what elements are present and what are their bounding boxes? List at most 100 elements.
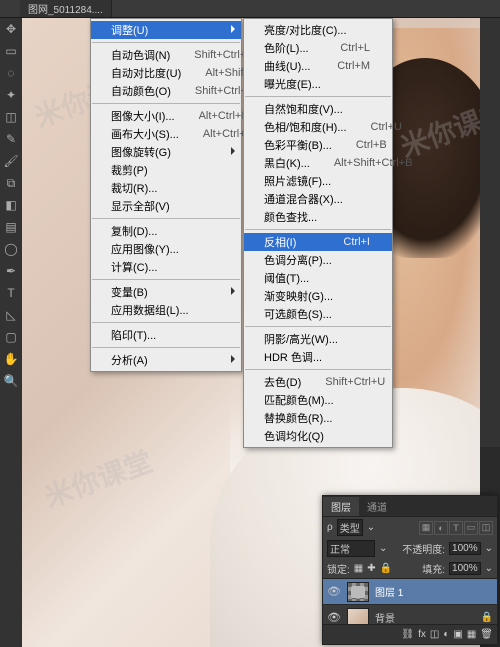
move-tool-icon[interactable]: ✥	[0, 18, 22, 40]
lasso-tool-icon[interactable]: ◌	[0, 62, 22, 84]
visibility-icon[interactable]: 👁	[327, 611, 341, 625]
crop-tool-icon[interactable]: ◫	[0, 106, 22, 128]
menu-item[interactable]: 阴影/高光(W)...	[244, 330, 392, 348]
blend-opacity-row: 正常 ⌄ 不透明度: 100% ⌄	[323, 538, 497, 559]
lock-fill-row: 锁定: ▦ ✚ 🔒 填充: 100% ⌄	[323, 559, 497, 579]
adjustments-submenu: 亮度/对比度(C)...色阶(L)...Ctrl+L曲线(U)...Ctrl+M…	[243, 18, 393, 448]
menu-item[interactable]: 自动颜色(O)Shift+Ctrl+B	[91, 82, 241, 100]
lock-pixel-icon[interactable]: 🔒	[380, 563, 392, 574]
tab-channels[interactable]: 通道	[359, 497, 395, 516]
fill-label: 填充:	[422, 561, 445, 576]
opacity-label: 不透明度:	[402, 541, 445, 556]
layer-footer: ⛓ fx ◫ ◐ ▣ ▦ 🗑	[323, 624, 497, 644]
shape-tool-icon[interactable]: ▢	[0, 326, 22, 348]
menu-item[interactable]: 亮度/对比度(C)...	[244, 21, 392, 39]
menu-item[interactable]: 画布大小(S)...Alt+Ctrl+C	[91, 125, 241, 143]
layer-thumbnail[interactable]	[347, 582, 369, 602]
marquee-tool-icon[interactable]: ▭	[0, 40, 22, 62]
delete-layer-icon[interactable]: 🗑	[480, 629, 493, 640]
menu-item[interactable]: 色彩平衡(B)...Ctrl+B	[244, 136, 392, 154]
menu-item[interactable]: 渐变映射(G)...	[244, 287, 392, 305]
menu-item[interactable]: 色调分离(P)...	[244, 251, 392, 269]
blend-mode-select[interactable]: 正常	[327, 540, 375, 557]
menu-item[interactable]: 计算(C)...	[91, 258, 241, 276]
visibility-icon[interactable]: 👁	[327, 585, 341, 599]
layer-name: 背景	[375, 610, 395, 624]
group-icon[interactable]: ▣	[453, 629, 462, 640]
type-tool-icon[interactable]: T	[0, 282, 22, 304]
menu-item[interactable]: 色调均化(Q)	[244, 427, 392, 445]
menu-item[interactable]: 自然饱和度(V)...	[244, 100, 392, 118]
layer-row[interactable]: 👁 图层 1	[323, 579, 497, 605]
watermark: 米你课堂	[39, 440, 158, 516]
menu-item[interactable]: 显示全部(V)	[91, 197, 241, 215]
layer-filter-row: ρ 类型 ⌄ ▦ ◐ T ▭ ◫	[323, 516, 497, 538]
layer-row[interactable]: 👁 背景 🔒	[323, 605, 497, 624]
menu-item[interactable]: 阈值(T)...	[244, 269, 392, 287]
menu-item[interactable]: 去色(D)Shift+Ctrl+U	[244, 373, 392, 391]
menu-item-invert[interactable]: 反相(I)Ctrl+I	[244, 233, 392, 251]
fill-value[interactable]: 100%	[449, 562, 481, 575]
layer-style-icon[interactable]: fx	[418, 629, 426, 640]
menu-item[interactable]: 照片滤镜(F)...	[244, 172, 392, 190]
menu-item[interactable]: 自动对比度(U)Alt+Shift+Ctrl+L	[91, 64, 241, 82]
menu-item[interactable]: 曲线(U)...Ctrl+M	[244, 57, 392, 75]
menu-item-adjustments[interactable]: 调整(U)	[91, 21, 241, 39]
opacity-value[interactable]: 100%	[449, 542, 481, 555]
menu-item[interactable]: 应用数据组(L)...	[91, 301, 241, 319]
menu-item[interactable]: 自动色调(N)Shift+Ctrl+L	[91, 46, 241, 64]
filter-shape-icon[interactable]: ▭	[464, 521, 478, 535]
adjustment-layer-icon[interactable]: ◐	[443, 629, 449, 640]
menu-item[interactable]: 变量(B)	[91, 283, 241, 301]
menu-item[interactable]: 可选颜色(S)...	[244, 305, 392, 323]
document-tab-strip: 图网_5011284....	[0, 0, 500, 18]
layer-thumbnail[interactable]	[347, 608, 369, 625]
gradient-tool-icon[interactable]: ▤	[0, 216, 22, 238]
layer-kind-select[interactable]: 类型	[337, 519, 363, 536]
new-layer-icon[interactable]: ▦	[467, 629, 476, 640]
menu-item[interactable]: 分析(A)	[91, 351, 241, 369]
brush-tool-icon[interactable]: 🖌	[0, 150, 22, 172]
menu-item[interactable]: 通道混合器(X)...	[244, 190, 392, 208]
document-tab[interactable]: 图网_5011284....	[20, 0, 112, 17]
menu-item[interactable]: 颜色查找...	[244, 208, 392, 226]
filter-pixel-icon[interactable]: ▦	[419, 521, 433, 535]
blur-tool-icon[interactable]: ◯	[0, 238, 22, 260]
hand-tool-icon[interactable]: ✋	[0, 348, 22, 370]
menu-item[interactable]: 色阶(L)...Ctrl+L	[244, 39, 392, 57]
menu-item[interactable]: 匹配颜色(M)...	[244, 391, 392, 409]
menu-item[interactable]: 黑白(K)...Alt+Shift+Ctrl+B	[244, 154, 392, 172]
menu-item[interactable]: 应用图像(Y)...	[91, 240, 241, 258]
menu-item[interactable]: 曝光度(E)...	[244, 75, 392, 93]
image-menu: 调整(U) 自动色调(N)Shift+Ctrl+L自动对比度(U)Alt+Shif…	[90, 18, 242, 372]
lock-icon: 🔒	[481, 612, 493, 623]
filter-adjust-icon[interactable]: ◐	[434, 521, 448, 535]
lock-all-icon[interactable]: ▦	[354, 563, 363, 574]
eyedropper-tool-icon[interactable]: ✎	[0, 128, 22, 150]
pen-tool-icon[interactable]: ✒	[0, 260, 22, 282]
wand-tool-icon[interactable]: ✦	[0, 84, 22, 106]
lock-position-icon[interactable]: ✚	[367, 563, 375, 574]
layer-mask-icon[interactable]: ◫	[430, 629, 439, 640]
link-layers-icon[interactable]: ⛓	[401, 629, 414, 640]
layer-name: 图层 1	[375, 584, 403, 599]
menu-item[interactable]: HDR 色调...	[244, 348, 392, 366]
right-panel-strip	[480, 18, 500, 447]
left-toolbar: ✥ ▭ ◌ ✦ ◫ ✎ 🖌 ⧉ ◧ ▤ ◯ ✒ T ◺ ▢ ✋ 🔍	[0, 18, 22, 647]
menu-item[interactable]: 裁切(R)...	[91, 179, 241, 197]
tab-layers[interactable]: 图层	[323, 497, 359, 516]
lock-label: 锁定:	[327, 561, 350, 576]
menu-item[interactable]: 裁剪(P)	[91, 161, 241, 179]
zoom-tool-icon[interactable]: 🔍	[0, 370, 22, 392]
eraser-tool-icon[interactable]: ◧	[0, 194, 22, 216]
path-tool-icon[interactable]: ◺	[0, 304, 22, 326]
filter-type-icon[interactable]: T	[449, 521, 463, 535]
menu-item[interactable]: 色相/饱和度(H)...Ctrl+U	[244, 118, 392, 136]
stamp-tool-icon[interactable]: ⧉	[0, 172, 22, 194]
menu-item[interactable]: 复制(D)...	[91, 222, 241, 240]
menu-item[interactable]: 图像大小(I)...Alt+Ctrl+I	[91, 107, 241, 125]
filter-smart-icon[interactable]: ◫	[479, 521, 493, 535]
menu-item[interactable]: 替换颜色(R)...	[244, 409, 392, 427]
menu-item[interactable]: 陷印(T)...	[91, 326, 241, 344]
menu-item[interactable]: 图像旋转(G)	[91, 143, 241, 161]
